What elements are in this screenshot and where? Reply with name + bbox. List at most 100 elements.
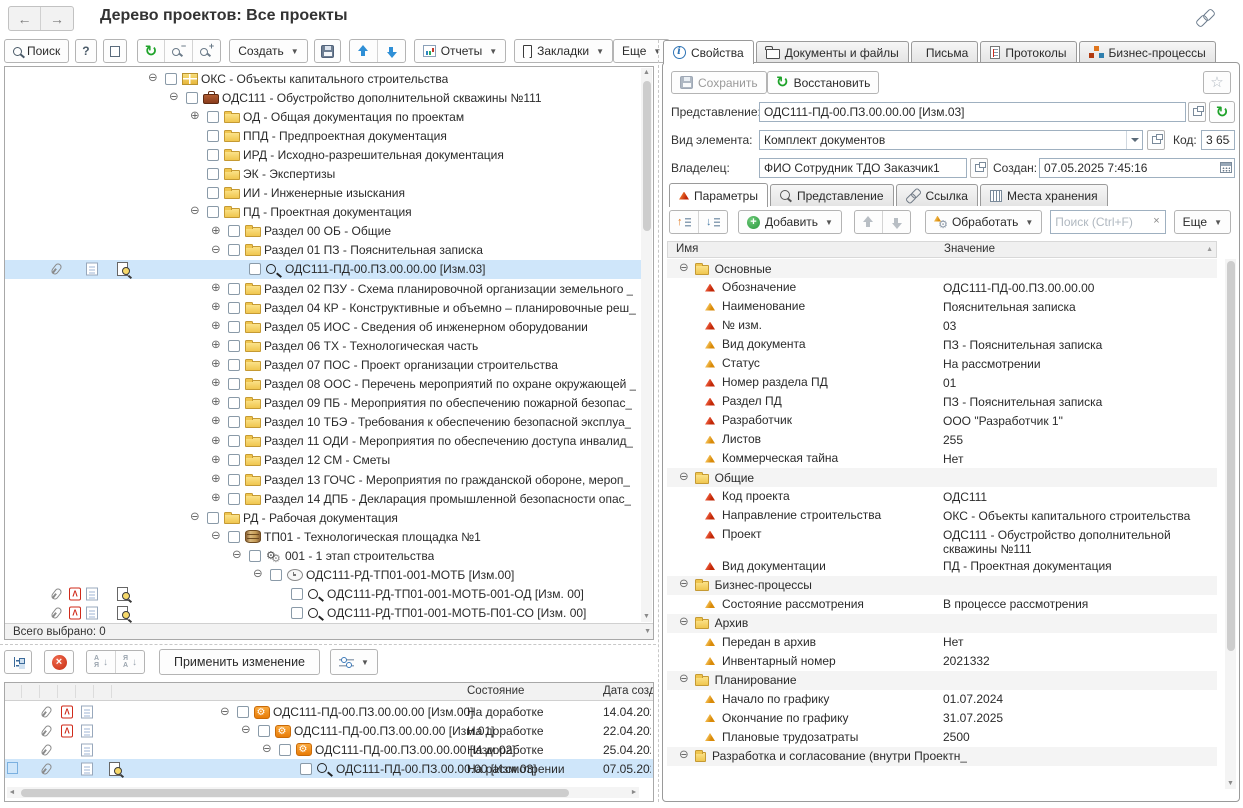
row-checkbox[interactable] [228, 359, 240, 371]
created-field[interactable] [1039, 158, 1235, 178]
sort-desc-button[interactable] [116, 651, 144, 673]
name-column-header[interactable]: Имя [676, 243, 698, 255]
properties-tab[interactable]: Письма [911, 41, 979, 63]
get-link-icon[interactable] [1196, 10, 1216, 26]
tree-row[interactable]: Раздел 05 ИОС - Сведения об инженерном о… [5, 317, 641, 336]
params-scrollbar[interactable]: ▼ [1225, 259, 1236, 789]
expander-icon[interactable] [190, 111, 207, 123]
save-tree-button[interactable] [314, 39, 341, 63]
restore-button[interactable]: ↻Восстановить [767, 71, 879, 94]
param-row[interactable]: Наименование Пояснительная записка [667, 297, 1217, 316]
param-row[interactable]: Состояние рассмотрения В процессе рассмо… [667, 595, 1217, 614]
group-expander-icon[interactable] [679, 579, 689, 591]
param-row[interactable]: Статус На рассмотрении [667, 354, 1217, 373]
expander-icon[interactable] [232, 550, 249, 562]
tree-row[interactable]: ПД - Проектная документация [5, 203, 641, 222]
param-row[interactable]: Код проекта ОДС111 [667, 487, 1217, 506]
tree-row[interactable]: Раздел 00 ОБ - Общие [5, 222, 641, 241]
expander-icon[interactable] [211, 283, 228, 295]
state-column-header[interactable]: Состояние [467, 685, 524, 697]
tree-row[interactable]: ОДС111-РД-ТП01-001-МОТБ-П01-СО [Изм. 00] [5, 604, 641, 623]
parameters-subtab[interactable]: Ссылка [896, 184, 978, 206]
param-row[interactable]: Окончание по графику 31.07.2025 [667, 709, 1217, 728]
move-down-button[interactable] [378, 40, 405, 62]
versions-hscrollbar[interactable]: ◄ ► [7, 787, 639, 798]
value-column-header[interactable]: Значение [944, 243, 995, 255]
expander-icon[interactable] [211, 359, 228, 371]
group-expander-icon[interactable] [679, 750, 689, 762]
tree-row[interactable]: Раздел 06 ТХ - Технологическая часть [5, 336, 641, 355]
row-checkbox[interactable] [207, 168, 219, 180]
row-checkbox[interactable] [228, 531, 240, 543]
expander-icon[interactable] [211, 436, 228, 448]
row-checkbox[interactable] [228, 435, 240, 447]
add-button[interactable]: Добавить▼ [738, 210, 842, 234]
tree-row[interactable]: Раздел 04 КР - Конструктивные и объемно … [5, 298, 641, 317]
create-button[interactable]: Создать▼ [229, 39, 308, 63]
row-checkbox[interactable] [228, 302, 240, 314]
row-checkbox[interactable] [228, 378, 240, 390]
tree-row[interactable]: ОДС111-ПД-00.ПЗ.00.00.00 [Изм.03] [5, 260, 641, 279]
row-checkbox[interactable] [249, 263, 261, 275]
tree-view-toggle-button[interactable] [4, 650, 32, 674]
group-expander-icon[interactable] [679, 617, 689, 629]
tree-row[interactable]: ОДС111-РД-ТП01-001-МОТБ [Изм.00] [5, 565, 641, 584]
param-row[interactable]: Раздел ПД ПЗ - Пояснительная записка [667, 392, 1217, 411]
expander-icon[interactable] [169, 92, 186, 104]
expander-icon[interactable] [211, 340, 228, 352]
expander-icon[interactable] [211, 378, 228, 390]
properties-tab[interactable]: Протоколы [980, 41, 1076, 63]
more-button[interactable]: Еще▼ [613, 39, 670, 63]
move-up-button[interactable] [350, 40, 378, 62]
row-checkbox[interactable] [207, 512, 219, 524]
param-row[interactable]: Коммерческая тайна Нет [667, 449, 1217, 468]
row-checkbox[interactable] [258, 725, 270, 737]
list-settings-button[interactable]: ▼ [330, 649, 378, 675]
bookmarks-button[interactable]: Закладки▼ [514, 39, 613, 63]
row-checkbox[interactable] [207, 206, 219, 218]
representation-field[interactable] [759, 102, 1186, 122]
list-splitter[interactable] [0, 644, 656, 645]
expander-icon[interactable] [211, 474, 228, 486]
row-checkbox[interactable] [237, 706, 249, 718]
param-row[interactable]: Вид документа ПЗ - Пояснительная записка [667, 335, 1217, 354]
param-down-button[interactable] [883, 211, 910, 233]
back-button[interactable]: ← [9, 7, 41, 30]
date-column-header[interactable]: Дата создания [603, 685, 653, 697]
process-button[interactable]: Обработать▼ [925, 210, 1042, 234]
scroll-down-icon[interactable]: ▼ [1225, 779, 1236, 789]
collapse-all-button[interactable] [165, 40, 193, 62]
scroll-thumb[interactable] [1227, 261, 1235, 651]
expander-icon[interactable] [220, 707, 237, 719]
tree-row[interactable]: Раздел 12 СМ - Сметы [5, 451, 641, 470]
help-button[interactable]: ? [75, 39, 96, 63]
param-row[interactable]: Разработка и согласование (внутри Проект… [667, 747, 1217, 766]
row-checkbox[interactable] [228, 321, 240, 333]
tree-row[interactable]: ТП01 - Технологическая площадка №1 [5, 527, 641, 546]
open-element-kind-button[interactable] [1147, 130, 1165, 150]
version-row[interactable]: ОДС111-ПД-00.ПЗ.00.00.00 [Изм.00] На дор… [5, 703, 653, 722]
version-row[interactable]: ОДС111-ПД-00.ПЗ.00.00.00 [Изм.03] На рас… [5, 759, 653, 778]
params-more-button[interactable]: Еще▼ [1174, 210, 1231, 234]
tree-row[interactable]: ОД - Общая документация по проектам [5, 107, 641, 126]
search-button[interactable]: Поиск [4, 39, 69, 63]
param-row[interactable]: Разработчик ООО "Разработчик 1" [667, 411, 1217, 430]
scroll-up-icon[interactable]: ▲ [641, 68, 652, 78]
tree-row[interactable]: Раздел 11 ОДИ - Мероприятия по обеспечен… [5, 432, 641, 451]
version-row[interactable]: ОДС111-ПД-00.ПЗ.00.00.00 [Изм.02] На дор… [5, 741, 653, 760]
row-checkbox[interactable] [207, 187, 219, 199]
apply-change-button[interactable]: Применить изменение [159, 649, 320, 675]
tree-row[interactable]: ИРД - Исходно-разрешительная документаци… [5, 145, 641, 164]
tree-scrollbar[interactable]: ▲ ▼ [641, 68, 652, 622]
expander-icon[interactable] [190, 206, 207, 218]
row-checkbox[interactable] [207, 149, 219, 161]
expander-icon[interactable] [211, 302, 228, 314]
tree-row[interactable]: ЭК - Экспертизы [5, 164, 641, 183]
param-row[interactable]: Начало по графику 01.07.2024 [667, 690, 1217, 709]
tree-row[interactable]: 001 - 1 этап строительства [5, 546, 641, 565]
row-checkbox[interactable] [291, 588, 303, 600]
expander-icon[interactable] [211, 226, 228, 238]
scroll-down-icon[interactable]: ▼ [641, 612, 652, 622]
parameters-subtab[interactable]: Представление [770, 184, 894, 206]
row-checkbox[interactable] [228, 454, 240, 466]
